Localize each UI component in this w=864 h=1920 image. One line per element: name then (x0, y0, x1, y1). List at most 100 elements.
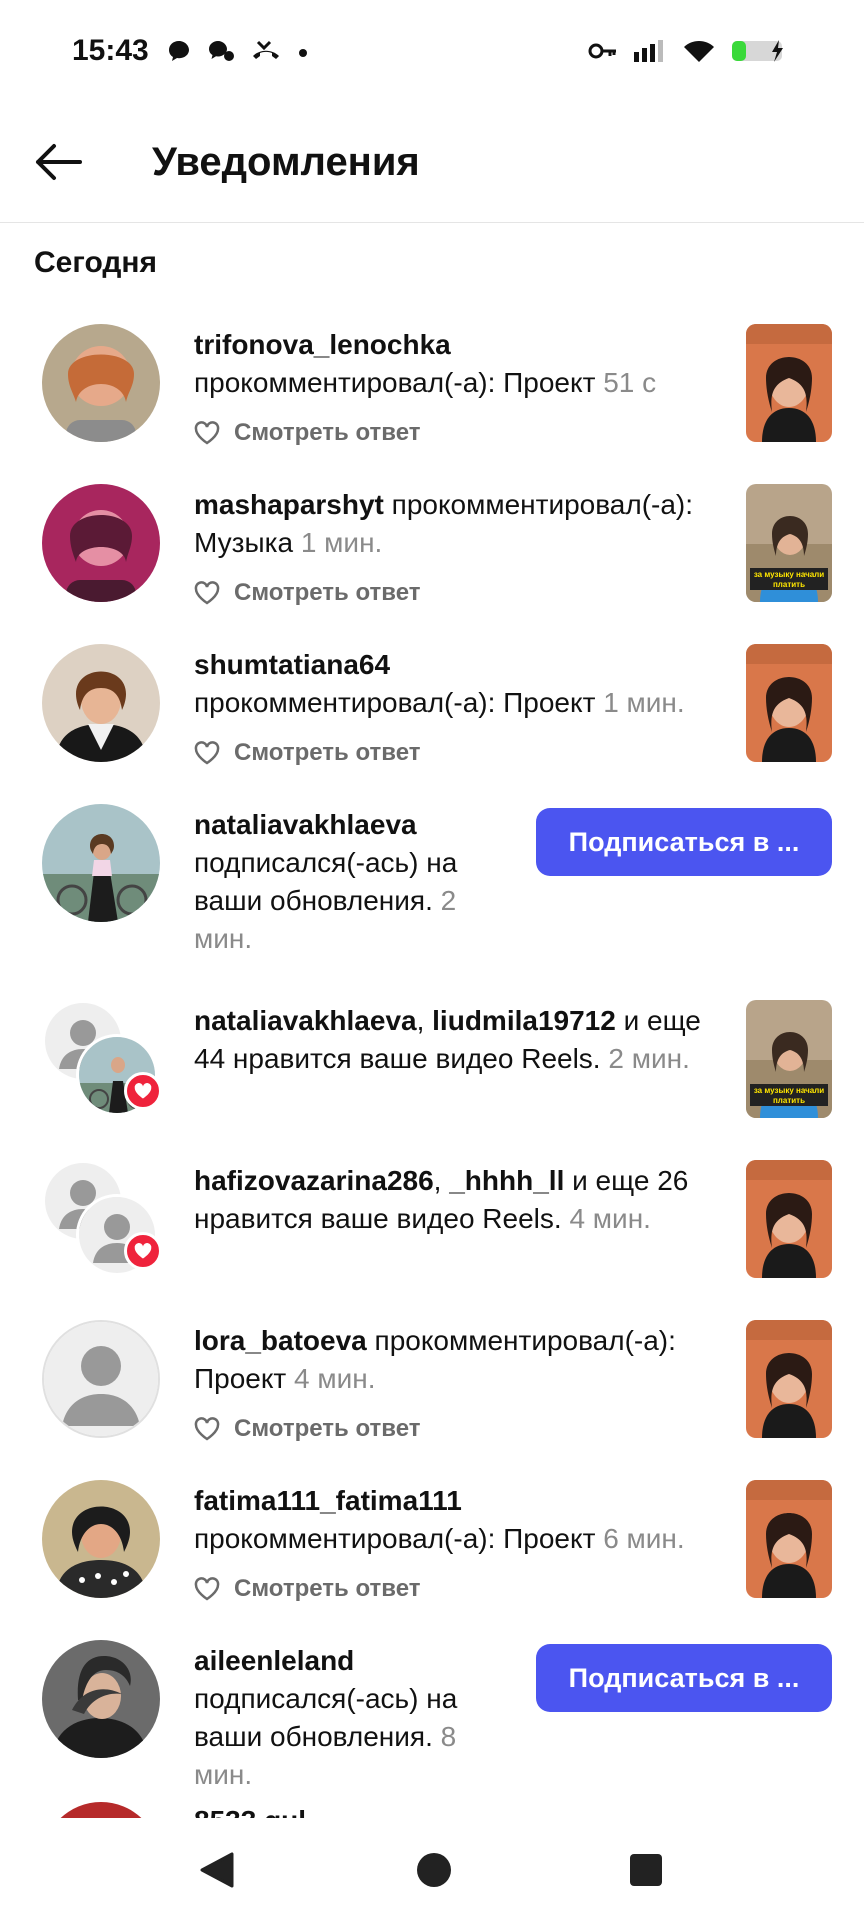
triangle-back-icon (200, 1852, 234, 1888)
video-thumbnail[interactable] (746, 324, 832, 442)
avatar[interactable] (42, 1640, 160, 1758)
username[interactable]: _hhhh_ll (449, 1165, 564, 1196)
username[interactable]: lora_batoeva (194, 1325, 367, 1356)
heart-outline-icon[interactable] (194, 1577, 220, 1601)
separator: , (416, 1005, 425, 1036)
heart-outline-icon[interactable] (194, 1417, 220, 1441)
username[interactable]: aileenleland (194, 1645, 354, 1676)
section-title-today: Сегодня (34, 246, 158, 279)
nav-home-button[interactable] (414, 1850, 454, 1895)
battery-charging-icon (732, 40, 783, 62)
separator: , (433, 1165, 442, 1196)
status-bar: 15:43 (0, 0, 864, 100)
missed-call-icon (253, 40, 279, 59)
video-thumbnail[interactable] (746, 1320, 832, 1438)
timestamp: 51 с (603, 367, 657, 398)
back-button[interactable] (30, 140, 86, 184)
notification-text: lora_batoeva прокомментировал(-а): Проек… (194, 1322, 734, 1448)
wifi-icon (684, 41, 714, 62)
notification-row[interactable]: hafizovazarina286, _hhhh_ll и еще 26 нра… (0, 1142, 864, 1302)
notification-row[interactable]: 8533.gul (0, 1802, 864, 1818)
timestamp: 6 мин. (603, 1523, 685, 1554)
page-title: Уведомления (152, 140, 420, 184)
thumbnail-caption-line-2: платить (773, 1096, 805, 1105)
username[interactable]: mashaparshyt (194, 489, 384, 520)
username[interactable]: 8533.gul (194, 1805, 306, 1818)
circle-home-icon (417, 1853, 451, 1887)
avatar[interactable] (42, 1802, 160, 1818)
video-thumbnail[interactable]: за музыку начали платить (746, 1000, 832, 1118)
notification-text: trifonova_lenochka прокомментировал(-а):… (194, 326, 656, 452)
notification-text: mashaparshyt прокомментировал(-а): Музык… (194, 486, 734, 612)
signal-icon (634, 40, 663, 62)
follow-button[interactable]: Подписаться в ... (536, 1644, 832, 1712)
video-thumbnail[interactable] (746, 1480, 832, 1598)
notification-message: подписался(-ась) на ваши обновления. (194, 1683, 458, 1752)
avatar-stack[interactable] (42, 1160, 162, 1278)
notification-message: прокомментировал(-а): Проект (194, 687, 596, 718)
avatar[interactable] (42, 324, 160, 442)
heart-outline-icon[interactable] (194, 421, 220, 445)
nav-back-button[interactable] (196, 1850, 236, 1895)
thumbnail-caption-line-2: платить (773, 580, 805, 589)
avatar[interactable] (42, 1480, 160, 1598)
timestamp: 2 мин. (608, 1043, 690, 1074)
view-reply-link[interactable]: Смотреть ответ (234, 1410, 421, 1448)
status-left-icons (166, 38, 310, 64)
notification-text: 8533.gul (194, 1802, 306, 1818)
timestamp: 4 мин. (294, 1363, 376, 1394)
username[interactable]: trifonova_lenochka (194, 329, 451, 360)
notification-row[interactable]: trifonova_lenochka прокомментировал(-а):… (0, 306, 864, 466)
heart-badge-icon (124, 1232, 162, 1270)
username[interactable]: liudmila19712 (432, 1005, 616, 1036)
notification-row[interactable]: fatima111_fatima111 прокомментировал(-а)… (0, 1462, 864, 1622)
heart-badge-icon (124, 1072, 162, 1110)
key-icon (588, 43, 616, 59)
view-reply-link[interactable]: Смотреть ответ (234, 734, 421, 772)
notification-row[interactable]: aileenleland подписался(-ась) на ваши об… (0, 1622, 864, 1818)
notification-row[interactable]: shumtatiana64 прокомментировал(-а): Прое… (0, 626, 864, 786)
dot-icon (299, 49, 307, 57)
notification-text: nataliavakhlaeva, liudmila19712 и еще 44… (194, 1002, 734, 1078)
notifications-list[interactable]: trifonova_lenochka прокомментировал(-а):… (0, 306, 864, 1818)
arrow-left-icon (36, 144, 82, 180)
notification-row[interactable]: lora_batoeva прокомментировал(-а): Проек… (0, 1302, 864, 1462)
notification-text: fatima111_fatima111 прокомментировал(-а)… (194, 1482, 685, 1608)
username[interactable]: fatima111_fatima111 (194, 1485, 462, 1516)
username[interactable]: nataliavakhlaeva (194, 809, 417, 840)
notification-message: подписался(-ась) на ваши обновления. (194, 847, 458, 916)
chat-bubbles-icon (209, 41, 234, 61)
system-nav-bar (0, 1820, 864, 1920)
nav-recent-button[interactable] (628, 1852, 664, 1893)
timestamp: 1 мин. (300, 527, 383, 558)
thumbnail-caption-line-1: за музыку начали (754, 1086, 824, 1095)
notification-row[interactable]: nataliavakhlaeva подписался(-ась) на ваш… (0, 786, 864, 982)
avatar-stack[interactable] (42, 1000, 162, 1118)
heart-outline-icon[interactable] (194, 581, 220, 605)
notification-text: hafizovazarina286, _hhhh_ll и еще 26 нра… (194, 1162, 734, 1238)
thumbnail-caption-line-1: за музыку начали (754, 570, 824, 579)
avatar[interactable] (42, 484, 160, 602)
notification-text: shumtatiana64 прокомментировал(-а): Прое… (194, 646, 685, 772)
video-thumbnail[interactable] (746, 644, 832, 762)
app-header: Уведомления (0, 100, 864, 223)
notification-text: aileenleland подписался(-ась) на ваши об… (194, 1642, 514, 1794)
view-reply-link[interactable]: Смотреть ответ (234, 574, 421, 612)
avatar[interactable] (42, 804, 160, 922)
notification-row[interactable]: nataliavakhlaeva, liudmila19712 и еще 44… (0, 982, 864, 1142)
view-reply-link[interactable]: Смотреть ответ (234, 1570, 421, 1608)
follow-button[interactable]: Подписаться в ... (536, 808, 832, 876)
video-thumbnail[interactable]: за музыку начали платить (746, 484, 832, 602)
username[interactable]: hafizovazarina286 (194, 1165, 434, 1196)
avatar[interactable] (42, 644, 160, 762)
username[interactable]: nataliavakhlaeva (194, 1005, 417, 1036)
timestamp: 1 мин. (603, 687, 685, 718)
view-reply-link[interactable]: Смотреть ответ (234, 414, 421, 452)
notification-text: nataliavakhlaeva подписался(-ась) на ваш… (194, 806, 514, 958)
heart-outline-icon[interactable] (194, 741, 220, 765)
notification-row[interactable]: mashaparshyt прокомментировал(-а): Музык… (0, 466, 864, 626)
status-time: 15:43 (72, 34, 149, 67)
video-thumbnail[interactable] (746, 1160, 832, 1278)
avatar-placeholder[interactable] (42, 1320, 160, 1438)
username[interactable]: shumtatiana64 (194, 649, 390, 680)
